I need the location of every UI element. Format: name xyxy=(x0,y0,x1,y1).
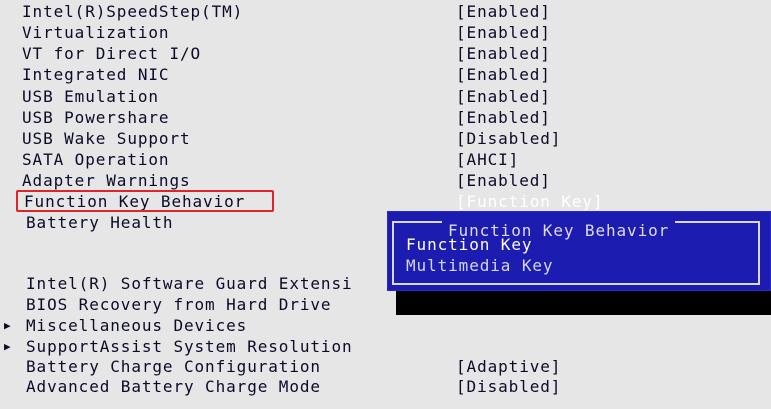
setting-label: Battery Health xyxy=(26,213,174,232)
setting-value[interactable]: [Enabled] xyxy=(456,86,551,107)
setting-label: BIOS Recovery from Hard Drive xyxy=(26,295,332,314)
setting-label: USB Wake Support xyxy=(22,129,191,148)
setting-value[interactable]: [Disabled] xyxy=(456,376,561,397)
setting-label: USB Powershare xyxy=(22,108,170,127)
submenu-arrow-icon: ▶ xyxy=(4,319,11,332)
setting-value[interactable]: [Function Key] xyxy=(456,191,603,212)
setting-row-usb-emulation[interactable]: USB Emulation [Enabled] xyxy=(0,86,771,107)
setting-row-vt-direct-io[interactable]: VT for Direct I/O [Enabled] xyxy=(0,43,771,64)
setting-row-battery-charge-configuration[interactable]: Battery Charge Configuration [Adaptive] xyxy=(0,356,771,377)
submenu-arrow-icon: ▶ xyxy=(4,340,11,353)
setting-value[interactable]: [Enabled] xyxy=(456,22,551,43)
setting-label: Integrated NIC xyxy=(22,65,170,84)
setting-value[interactable]: [Disabled] xyxy=(456,128,561,149)
setting-label: SATA Operation xyxy=(22,150,170,169)
setting-row-advanced-battery-charge-mode[interactable]: Advanced Battery Charge Mode [Disabled] xyxy=(0,376,771,397)
setting-row-virtualization[interactable]: Virtualization [Enabled] xyxy=(0,22,771,43)
setting-label: USB Emulation xyxy=(22,87,159,106)
setting-label: Intel(R) Software Guard Extensi xyxy=(26,274,353,293)
setting-value[interactable]: [Enabled] xyxy=(456,107,551,128)
function-key-behavior-dialog: Function Key Behavior Function Key Multi… xyxy=(387,211,771,291)
setting-value[interactable]: [Adaptive] xyxy=(456,356,561,377)
setting-row-integrated-nic[interactable]: Integrated NIC [Enabled] xyxy=(0,64,771,85)
setting-value[interactable]: [Enabled] xyxy=(456,64,551,85)
option-multimedia-key[interactable]: Multimedia Key xyxy=(406,255,553,276)
setting-row-usb-powershare[interactable]: USB Powershare [Enabled] xyxy=(0,107,771,128)
setting-row-speedstep[interactable]: Intel(R)SpeedStep(TM) [Enabled] xyxy=(0,1,771,22)
setting-label: Advanced Battery Charge Mode xyxy=(26,377,321,396)
selection-highlight-box xyxy=(16,190,274,212)
setting-label: SupportAssist System Resolution xyxy=(26,337,353,356)
setting-row-usb-wake-support[interactable]: USB Wake Support [Disabled] xyxy=(0,128,771,149)
setting-value[interactable]: [AHCI] xyxy=(456,149,519,170)
setting-row-sata-operation[interactable]: SATA Operation [AHCI] xyxy=(0,149,771,170)
setting-label: Adapter Warnings xyxy=(22,171,191,190)
setting-row-adapter-warnings[interactable]: Adapter Warnings [Enabled] xyxy=(0,170,771,191)
setting-value[interactable]: [Enabled] xyxy=(456,170,551,191)
setting-row-miscellaneous-devices[interactable]: ▶ Miscellaneous Devices xyxy=(0,315,771,336)
setting-label: Battery Charge Configuration xyxy=(26,357,321,376)
setting-label: Intel(R)SpeedStep(TM) xyxy=(22,2,244,21)
bios-setup-screen: Intel(R)SpeedStep(TM) [Enabled] Virtuali… xyxy=(0,0,771,409)
setting-label: Miscellaneous Devices xyxy=(26,316,248,335)
setting-value[interactable]: [Enabled] xyxy=(456,43,551,64)
setting-row-supportassist[interactable]: ▶ SupportAssist System Resolution xyxy=(0,336,771,357)
setting-label: Virtualization xyxy=(22,23,170,42)
setting-value[interactable]: [Enabled] xyxy=(456,1,551,22)
setting-label: VT for Direct I/O xyxy=(22,44,202,63)
option-function-key[interactable]: Function Key xyxy=(406,234,532,255)
